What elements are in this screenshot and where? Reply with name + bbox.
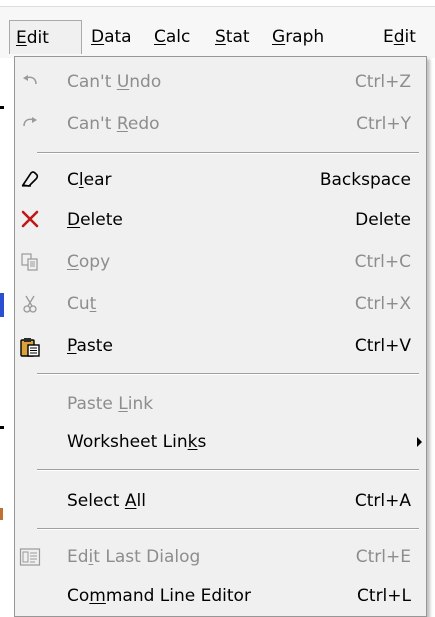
menu-editor[interactable]: Edit (383, 20, 416, 54)
menu-item-worksheet-links[interactable]: Worksheet Links (15, 423, 426, 461)
menu-bar: Edit Data Calc Stat Graph Edit (0, 0, 435, 58)
menu-item-copy[interactable]: Copy Ctrl+C (15, 243, 426, 281)
clipboard-icon (19, 336, 41, 357)
menu-edit-rest: dit (26, 28, 49, 48)
shortcut-redo: Ctrl+Y (356, 114, 411, 134)
background-mark (0, 106, 4, 109)
app-window: Edit Data Calc Stat Graph Edit Can't Und… (0, 0, 435, 617)
copy-icon (19, 252, 41, 272)
menu-item-clear[interactable]: Clear Backspace (15, 161, 426, 199)
shortcut-command-line-editor: Ctrl+L (357, 586, 411, 606)
dialog-icon (19, 547, 41, 567)
menu-graph[interactable]: Graph (272, 20, 324, 54)
menu-separator (37, 373, 419, 375)
shortcut-undo: Ctrl+Z (354, 72, 411, 92)
menu-edit-accel: E (16, 28, 27, 48)
edit-dropdown-menu: Can't Undo Ctrl+Z Can't Redo Ctrl+Y Clea… (14, 56, 427, 617)
menu-item-undo[interactable]: Can't Undo Ctrl+Z (15, 63, 426, 101)
eraser-icon (19, 170, 41, 190)
menu-item-redo[interactable]: Can't Redo Ctrl+Y (15, 105, 426, 143)
menu-item-delete[interactable]: Delete Delete (15, 201, 426, 239)
menu-item-command-line-editor[interactable]: Command Line Editor Ctrl+L (15, 577, 426, 615)
shortcut-clear: Backspace (319, 170, 411, 190)
background-window-edge (0, 58, 14, 617)
shortcut-copy: Ctrl+C (354, 252, 411, 272)
menu-separator (37, 469, 419, 471)
menu-item-edit-last-dialog[interactable]: Edit Last Dialog Ctrl+E (15, 538, 426, 576)
menu-calc[interactable]: Calc (154, 20, 190, 54)
menu-separator (37, 152, 419, 154)
menu-separator (37, 528, 419, 530)
redo-icon (19, 114, 41, 134)
submenu-arrow-icon (417, 437, 422, 447)
shortcut-cut: Ctrl+X (354, 294, 411, 314)
background-mark (0, 293, 4, 317)
background-mark (0, 426, 4, 429)
menu-edit[interactable]: Edit (9, 20, 82, 54)
delete-x-icon (19, 210, 41, 230)
menu-item-paste-link[interactable]: Paste Link (15, 385, 426, 423)
menu-item-select-all[interactable]: Select All Ctrl+A (15, 482, 426, 520)
shortcut-paste: Ctrl+V (354, 336, 411, 356)
shortcut-select-all: Ctrl+A (354, 491, 411, 511)
scissors-icon (19, 294, 41, 314)
menu-stat[interactable]: Stat (215, 20, 250, 54)
menu-item-cut[interactable]: Cut Ctrl+X (15, 285, 426, 323)
background-mark (0, 508, 3, 520)
shortcut-edit-last-dialog: Ctrl+E (355, 547, 411, 567)
title-bar-edge (0, 0, 435, 7)
undo-icon (19, 72, 41, 92)
menu-data[interactable]: Data (91, 20, 132, 54)
shortcut-delete: Delete (355, 210, 411, 230)
menu-item-paste[interactable]: Paste Ctrl+V (15, 327, 426, 365)
